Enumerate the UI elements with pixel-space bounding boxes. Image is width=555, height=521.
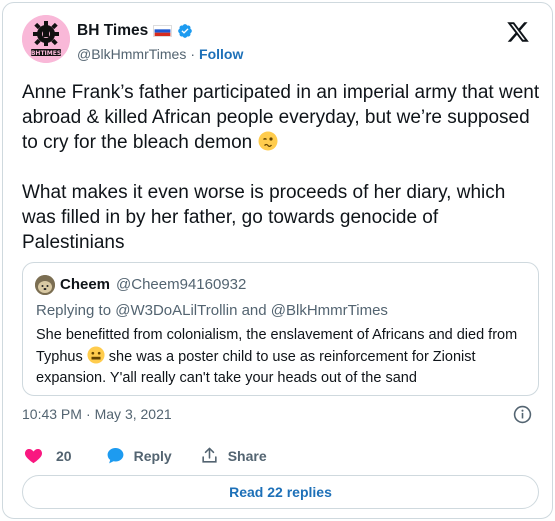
author-handle-row: @BlkHmmrTimes · Follow — [77, 46, 243, 62]
cheems-avatar-icon — [35, 275, 55, 295]
author-handle[interactable]: @BlkHmmrTimes — [77, 46, 186, 62]
tweet-paragraph-2: What makes it even worse is proceeds of … — [22, 182, 511, 253]
separator-dot: · — [190, 46, 196, 62]
tweet-paragraph-1: Anne Frank’s father participated in an i… — [22, 82, 545, 153]
tweet-time: 10:43 PM — [22, 406, 82, 422]
reply-bubble-icon — [107, 447, 123, 464]
tweet-card: BHTIMES BH Times @BlkHmmrTimes · Follow … — [2, 2, 553, 519]
action-bar: 20 Reply Share — [24, 446, 289, 465]
bhtimes-logo-icon: BHTIMES — [22, 15, 70, 63]
timestamp-separator: · — [85, 406, 91, 422]
tweet-date: May 3, 2021 — [94, 406, 172, 422]
reply-button[interactable]: Reply — [106, 446, 172, 465]
quoted-author-avatar[interactable] — [35, 275, 55, 295]
quoted-replying-to: Replying to @W3DoALilTrollin and @BlkHmm… — [36, 302, 388, 319]
quoted-author-name[interactable]: Cheem — [60, 276, 110, 293]
heart-icon — [24, 448, 43, 464]
author-name[interactable]: BH Times — [77, 22, 148, 40]
woozy-face-emoji-icon — [258, 131, 278, 151]
svg-text:BHTIMES: BHTIMES — [31, 50, 61, 57]
russia-flag-icon — [153, 25, 173, 37]
x-logo-icon[interactable] — [506, 20, 530, 44]
read-replies-button[interactable]: Read 22 replies — [22, 475, 539, 509]
verified-badge-icon — [178, 24, 193, 38]
reply-label: Reply — [133, 447, 172, 464]
quoted-name-row: Cheem @Cheem94160932 — [60, 276, 246, 293]
follow-button[interactable]: Follow — [199, 46, 243, 62]
grimacing-face-emoji-icon — [87, 346, 105, 364]
author-name-row: BH Times — [77, 22, 193, 40]
tweet-timestamp[interactable]: 10:43 PM · May 3, 2021 — [22, 406, 172, 422]
share-button[interactable]: Share — [200, 446, 267, 465]
share-label: Share — [227, 447, 267, 464]
share-upload-icon — [202, 447, 217, 463]
quoted-tweet-text: She benefitted from colonialism, the ens… — [36, 325, 526, 389]
author-avatar[interactable]: BHTIMES — [22, 15, 70, 63]
read-replies-label: Read 22 replies — [229, 484, 332, 500]
info-icon[interactable] — [513, 405, 532, 424]
quoted-author-handle[interactable]: @Cheem94160932 — [116, 276, 246, 293]
quoted-tweet[interactable]: Cheem @Cheem94160932 Replying to @W3DoAL… — [22, 262, 539, 396]
like-button[interactable]: 20 — [24, 446, 72, 465]
tweet-body: Anne Frank’s father participated in an i… — [22, 80, 542, 255]
like-count: 20 — [56, 447, 72, 464]
